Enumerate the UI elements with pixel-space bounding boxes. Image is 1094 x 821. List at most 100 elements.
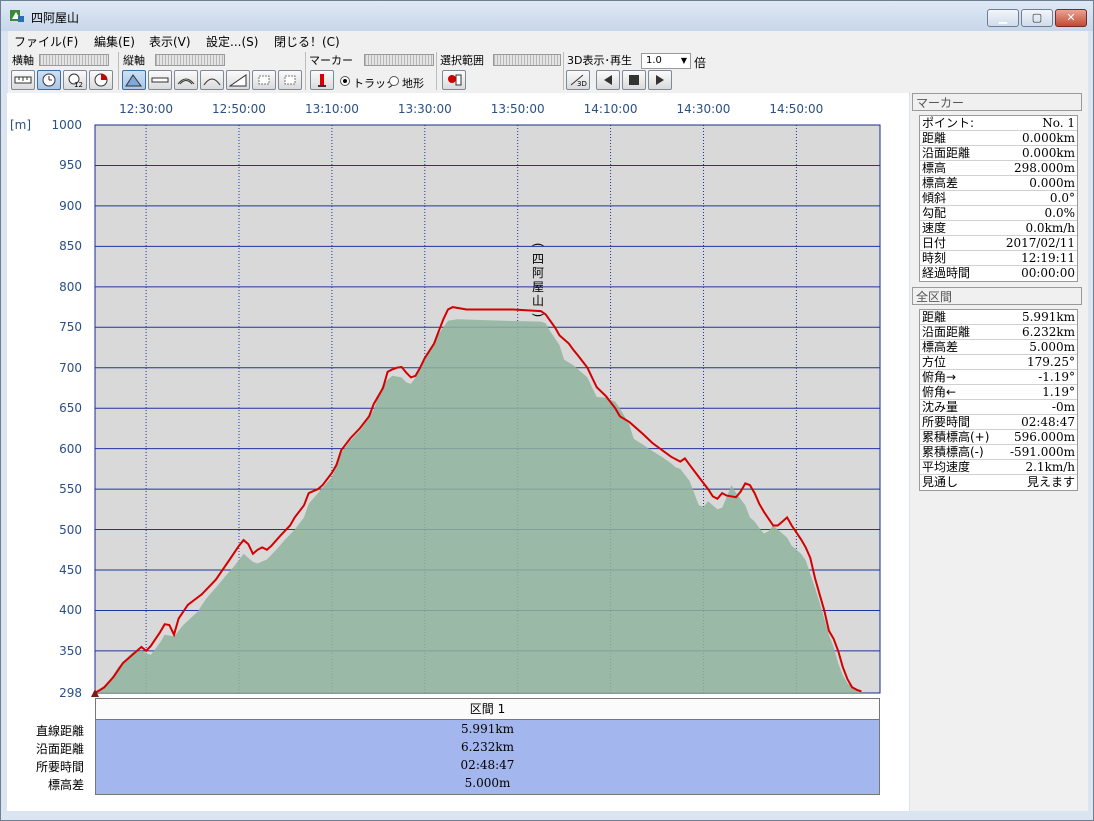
stop-button[interactable] <box>622 70 646 90</box>
y-tick-label: 950 <box>59 158 82 173</box>
total-info-value: -591.000m <box>1009 445 1075 459</box>
time-axis-button[interactable] <box>37 70 61 90</box>
total-info-key: 所要時間 <box>922 415 971 429</box>
flat-view-button[interactable] <box>148 70 172 90</box>
plug-alt-button[interactable] <box>278 70 302 90</box>
menu-close[interactable]: 閉じる！(C) <box>274 33 340 50</box>
total-info-value: 179.25° <box>1027 355 1075 369</box>
total-panel-title: 全区間 <box>916 290 953 304</box>
title-bar[interactable]: 四阿屋山 ▁ ▢ ✕ <box>1 1 1093 31</box>
marker-info-value: 0.0km/h <box>1025 221 1075 235</box>
chevron-down-icon: ▼ <box>680 56 687 65</box>
marker-button[interactable] <box>310 70 334 90</box>
y-axis-label: 縦軸 <box>123 54 145 67</box>
marker-info-value: 0.0° <box>1049 191 1075 205</box>
marker-panel-header[interactable]: マーカー <box>912 93 1082 111</box>
y-tick-label: 1000 <box>51 118 82 132</box>
total-panel-header[interactable]: 全区間 <box>912 287 1082 305</box>
total-info-value: 6.232km <box>1021 325 1075 339</box>
y-tick-label: 400 <box>59 603 82 618</box>
marker-info-row: ポイント: No. 1 <box>920 116 1077 131</box>
marker-info-key: ポイント: <box>922 116 975 130</box>
marker-info-row: 傾斜 0.0° <box>920 191 1077 206</box>
total-info-row: 方位 179.25° <box>920 355 1077 370</box>
terrain-radio[interactable] <box>389 76 399 86</box>
menu-settings[interactable]: 設定...(S) <box>206 33 258 50</box>
elapsed-axis-button[interactable] <box>89 70 113 90</box>
total-info-row: 沿面距離 6.232km <box>920 325 1077 340</box>
slope-view-button[interactable] <box>226 70 250 90</box>
marker-info-key: 勾配 <box>922 206 947 220</box>
marker-slider[interactable] <box>364 54 434 66</box>
section-duration: 02:48:47 <box>460 758 515 772</box>
speed-select[interactable]: 1.0 ▼ <box>641 53 691 69</box>
peak-label-text: (四阿屋山) <box>531 242 545 318</box>
marker-info-key: 距離 <box>922 131 947 145</box>
distance-axis-button[interactable] <box>11 70 35 90</box>
maximize-button[interactable]: ▢ <box>1021 9 1053 27</box>
marker-info-value: 00:00:00 <box>1021 266 1075 280</box>
total-info-key: 累積標高(-) <box>922 445 984 459</box>
selection-button[interactable] <box>442 70 466 90</box>
arc-icon <box>177 78 195 85</box>
info-panel: マーカー ポイント: No. 1 距離 0.000km 沿面距離 0.000km 標高 298… <box>910 93 1088 811</box>
total-info-row: 見通し 見えます <box>920 475 1077 490</box>
rewind-button[interactable] <box>596 70 620 90</box>
y-tick-label: 850 <box>59 239 82 254</box>
total-info-row: 標高差 5.000m <box>920 340 1077 355</box>
menu-edit[interactable]: 編集(E) <box>94 33 135 50</box>
arc-view-button[interactable] <box>174 70 198 90</box>
close-icon: ✕ <box>1066 11 1076 24</box>
total-info-value: 2.1km/h <box>1025 460 1075 474</box>
plug-button[interactable] <box>252 70 276 90</box>
track-radio[interactable] <box>340 76 350 86</box>
menu-file[interactable]: ファイル(F) <box>14 33 78 50</box>
slope-icon <box>229 74 247 87</box>
x-tick-label: 13:10:00 <box>304 102 359 116</box>
marker-pin-icon <box>318 74 326 87</box>
3d-button[interactable]: 3D <box>566 70 590 90</box>
total-info-key: 累積標高(+) <box>922 430 990 444</box>
y-tick-label: 650 <box>59 401 82 416</box>
y-tick-label: 600 <box>59 441 82 456</box>
x-tick-label: 13:30:00 <box>397 102 452 116</box>
play-button[interactable] <box>648 70 672 90</box>
section-elevation-diff: 5.000m <box>464 776 511 790</box>
x-axis-slider[interactable] <box>39 54 109 66</box>
total-info-table: 距離 5.991km 沿面距離 6.232km 標高差 5.000m 方位 179.25° 俯角… <box>919 309 1078 491</box>
marker-info-value: 12:19:11 <box>1021 251 1075 265</box>
y-axis-slider[interactable] <box>155 54 225 66</box>
marker-panel-title: マーカー <box>916 96 965 110</box>
x-tick-label: 12:50:00 <box>212 102 266 116</box>
total-info-key: 沿面距離 <box>922 325 971 339</box>
menu-view[interactable]: 表示(V) <box>149 33 191 50</box>
x-tick-label: 13:50:00 <box>490 102 545 116</box>
total-info-key: 標高差 <box>922 340 959 354</box>
y-tick-label: 900 <box>59 198 82 213</box>
speed-unit: 倍 <box>694 56 707 70</box>
minimize-button[interactable]: ▁ <box>987 9 1019 27</box>
terrain-view-button[interactable] <box>122 70 146 90</box>
total-info-value: 1.19° <box>1042 385 1075 399</box>
point-axis-button[interactable]: 12 <box>63 70 87 90</box>
x-tick-label: 14:10:00 <box>583 102 638 116</box>
point-clock-icon: 12 <box>68 73 83 87</box>
section-label-straight: 直線距離 <box>35 724 84 738</box>
section-header[interactable]: 区間 1 <box>95 698 880 720</box>
section-label-surface: 沿面距離 <box>35 742 84 756</box>
total-info-row: 俯角← 1.19° <box>920 385 1077 400</box>
total-info-key: 沈み量 <box>922 400 959 414</box>
total-info-value: 5.000m <box>1029 340 1075 354</box>
total-info-value: 596.000m <box>1013 430 1075 444</box>
x-tick-label: 12:30:00 <box>119 102 174 116</box>
toolbar: 横軸 縦軸 マーカー 選択範囲 3D表示･再生 1.0 ▼ 倍 12 トラック 地… <box>8 50 1088 94</box>
selection-slider[interactable] <box>493 54 561 66</box>
curve-view-button[interactable] <box>200 70 224 90</box>
total-info-row: 平均速度 2.1km/h <box>920 460 1077 475</box>
close-button[interactable]: ✕ <box>1055 9 1087 27</box>
total-info-key: 見通し <box>922 475 959 489</box>
marker-info-value: No. 1 <box>1042 116 1075 130</box>
section-surface-distance: 6.232km <box>460 740 514 754</box>
marker-info-row: 日付 2017/02/11 <box>920 236 1077 251</box>
plug-icon <box>258 75 270 85</box>
